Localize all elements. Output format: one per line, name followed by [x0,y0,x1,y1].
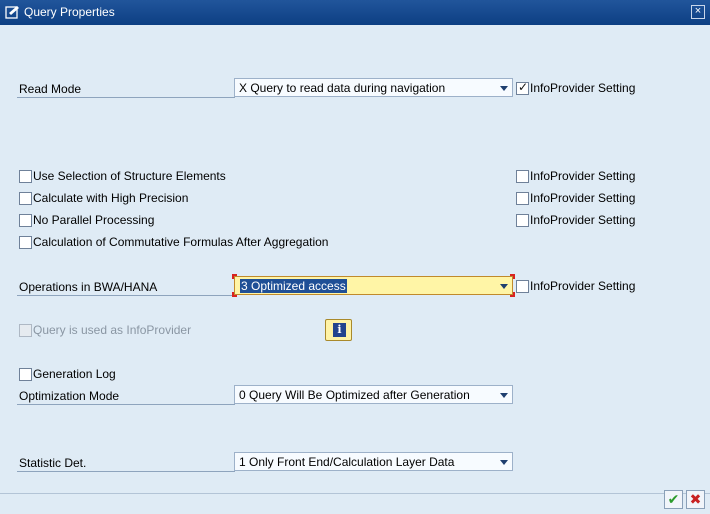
read-mode-value: X Query to read data during navigation [239,81,446,95]
statistic-det-underline [17,471,235,472]
optimization-mode-underline [17,404,235,405]
statistic-det-value: 1 Only Front End/Calculation Layer Data [239,455,455,469]
no-parallel-checkbox[interactable] [19,214,32,227]
optimization-mode-label: Optimization Mode [19,389,120,403]
read-mode-infoprovider-checkbox[interactable]: ✓ [516,80,529,95]
generation-log-checkbox[interactable] [19,368,32,381]
optimization-mode-dropdown[interactable]: 0 Query Will Be Optimized after Generati… [234,385,513,404]
operations-bwa-underline [17,295,235,296]
use-selection-label: Use Selection of Structure Elements [33,169,226,183]
use-selection-infoprovider-label: InfoProvider Setting [530,169,636,183]
operations-bwa-dropdown[interactable]: 3 Optimized access [234,276,513,295]
info-button[interactable]: i [325,319,352,341]
footer-divider [0,493,710,494]
operations-bwa-label: Operations in BWA/HANA [19,280,158,294]
high-precision-infoprovider-label: InfoProvider Setting [530,191,636,205]
ok-button[interactable]: ✔ [664,490,683,509]
use-selection-checkbox[interactable] [19,170,32,183]
focus-corner [232,274,237,279]
read-mode-label: Read Mode [19,82,82,96]
generation-log-label: Generation Log [33,367,116,381]
high-precision-label: Calculate with High Precision [33,191,189,205]
operations-bwa-infoprovider-label: InfoProvider Setting [530,279,636,293]
query-infoprovider-label: Query is used as InfoProvider [33,323,192,337]
optimization-mode-value: 0 Query Will Be Optimized after Generati… [239,388,470,402]
no-parallel-infoprovider-label: InfoProvider Setting [530,213,636,227]
no-parallel-infoprovider-checkbox[interactable] [516,214,529,227]
dialog-body: Read Mode X Query to read data during na… [0,25,710,514]
no-parallel-label: No Parallel Processing [33,213,155,227]
high-precision-checkbox[interactable] [19,192,32,205]
cancel-button[interactable]: ✖ [686,490,705,509]
operations-bwa-infoprovider-checkbox[interactable] [516,280,529,293]
read-mode-dropdown[interactable]: X Query to read data during navigation [234,78,513,97]
title-bar: Query Properties × [0,0,710,25]
focus-corner [510,292,515,297]
properties-icon [5,6,19,19]
chevron-down-icon[interactable] [500,86,508,91]
check-icon: ✓ [518,80,529,94]
commutative-checkbox[interactable] [19,236,32,249]
statistic-det-dropdown[interactable]: 1 Only Front End/Calculation Layer Data [234,452,513,471]
info-icon: i [333,323,346,337]
operations-bwa-value: 3 Optimized access [240,279,347,293]
close-button[interactable]: × [691,5,705,19]
query-infoprovider-checkbox [19,324,32,337]
chevron-down-icon[interactable] [500,284,508,289]
focus-corner [510,274,515,279]
commutative-label: Calculation of Commutative Formulas Afte… [33,235,329,249]
read-mode-underline [17,97,235,98]
high-precision-infoprovider-checkbox[interactable] [516,192,529,205]
chevron-down-icon[interactable] [500,393,508,398]
window-title: Query Properties [24,5,115,19]
use-selection-infoprovider-checkbox[interactable] [516,170,529,183]
focus-corner [232,292,237,297]
read-mode-infoprovider-label: InfoProvider Setting [530,81,636,95]
statistic-det-label: Statistic Det. [19,456,87,470]
chevron-down-icon[interactable] [500,460,508,465]
